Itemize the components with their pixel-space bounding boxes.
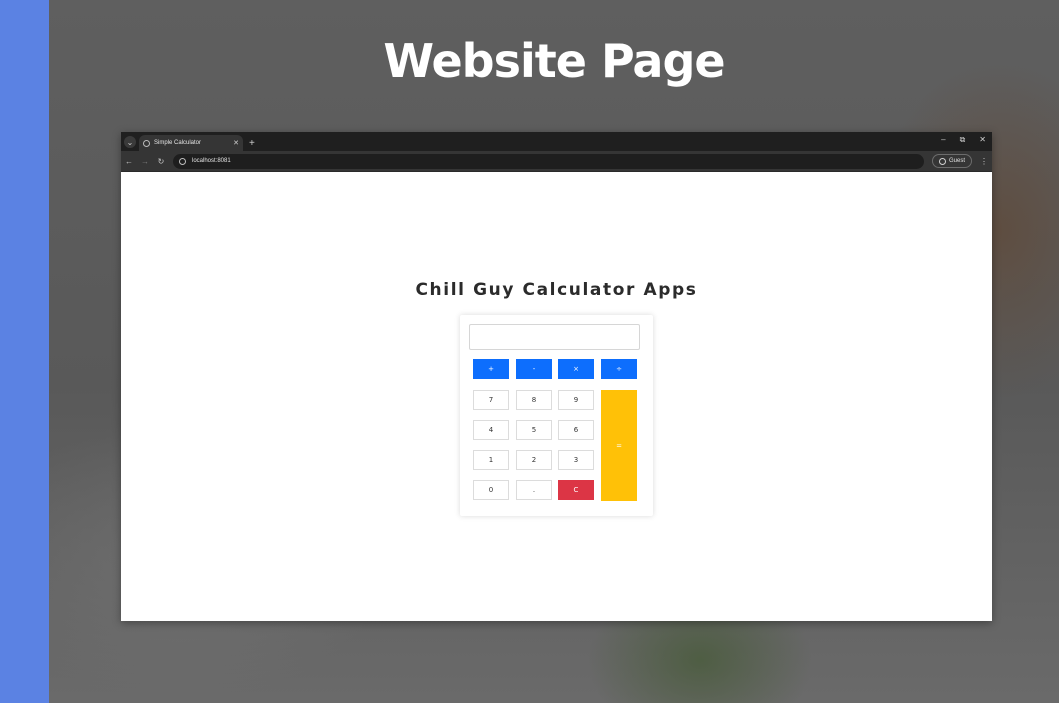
- divide-button[interactable]: ÷: [601, 359, 637, 379]
- url-text: localhost:8081: [192, 158, 231, 164]
- calculator: + - × ÷ 7 8 9 = 4 5 6 1 2 3 0 . C: [460, 315, 653, 516]
- profile-label: Guest: [948, 158, 965, 164]
- digit-9-button[interactable]: 9: [558, 390, 594, 410]
- clear-button[interactable]: C: [558, 480, 594, 500]
- equals-button[interactable]: =: [601, 390, 637, 501]
- slide-title: Website Page: [383, 34, 725, 88]
- digit-2-button[interactable]: 2: [516, 450, 552, 470]
- add-button[interactable]: +: [473, 359, 509, 379]
- digit-1-button[interactable]: 1: [473, 450, 509, 470]
- tab-title: Simple Calculator: [154, 140, 202, 146]
- browser-tab[interactable]: Simple Calculator ✕: [139, 135, 243, 151]
- reload-icon[interactable]: ↻: [157, 157, 165, 166]
- minimize-button[interactable]: –: [941, 135, 945, 145]
- address-bar[interactable]: localhost:8081: [173, 153, 924, 169]
- plus-icon[interactable]: +: [249, 138, 255, 149]
- digit-5-button[interactable]: 5: [516, 420, 552, 440]
- digit-0-button[interactable]: 0: [473, 480, 509, 500]
- window-controls: – ⧉ ✕: [941, 135, 986, 145]
- digit-3-button[interactable]: 3: [558, 450, 594, 470]
- browser-toolbar: ← → ↻ localhost:8081 Guest ⋮: [121, 151, 992, 172]
- profile-button[interactable]: Guest: [931, 154, 972, 168]
- site-info-icon[interactable]: [179, 157, 186, 165]
- close-icon[interactable]: ✕: [233, 139, 239, 147]
- digit-4-button[interactable]: 4: [473, 420, 509, 440]
- subtract-button[interactable]: -: [516, 359, 552, 379]
- digit-6-button[interactable]: 6: [558, 420, 594, 440]
- close-window-button[interactable]: ✕: [979, 135, 986, 145]
- app-title: Chill Guy Calculator Apps: [415, 280, 698, 300]
- calculator-display: [469, 324, 640, 350]
- slide-accent-bar: [0, 0, 49, 703]
- tab-search-button[interactable]: ⌄: [124, 136, 136, 148]
- multiply-button[interactable]: ×: [558, 359, 594, 379]
- more-menu-icon[interactable]: ⋮: [980, 157, 988, 166]
- decimal-button[interactable]: .: [516, 480, 552, 500]
- tab-bar: ⌄ Simple Calculator ✕ + – ⧉ ✕: [121, 132, 992, 151]
- digit-7-button[interactable]: 7: [473, 390, 509, 410]
- forward-arrow-icon[interactable]: →: [141, 157, 149, 166]
- restore-button[interactable]: ⧉: [960, 135, 966, 145]
- browser-window: ⌄ Simple Calculator ✕ + – ⧉ ✕ ← → ↻ loca…: [121, 132, 992, 621]
- back-arrow-icon[interactable]: ←: [125, 157, 133, 166]
- user-icon: [938, 157, 946, 165]
- digit-8-button[interactable]: 8: [516, 390, 552, 410]
- globe-icon: [143, 139, 150, 147]
- page-viewport: Chill Guy Calculator Apps + - × ÷ 7 8 9 …: [121, 172, 992, 621]
